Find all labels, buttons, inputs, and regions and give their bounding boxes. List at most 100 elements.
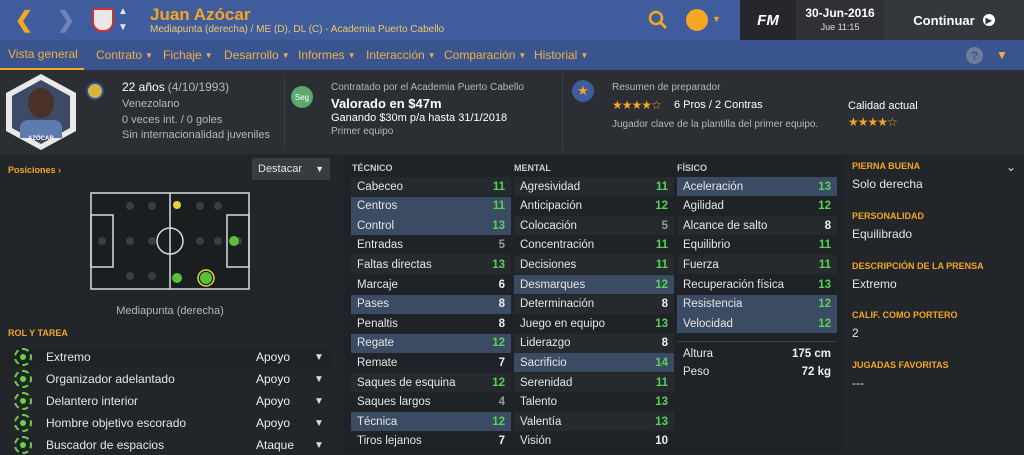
role-duty[interactable]: Apoyo: [256, 372, 290, 386]
help-icon[interactable]: ?: [966, 47, 983, 64]
attribute-row[interactable]: Saques de esquina 12: [351, 373, 511, 392]
attribute-row[interactable]: Fuerza 11: [677, 255, 837, 275]
attribute-value: 13: [818, 180, 831, 193]
attribute-name: Serenidad: [520, 376, 573, 389]
attribute-row[interactable]: Anticipación 12: [514, 197, 674, 216]
attribute-value: 11: [818, 239, 831, 252]
attribute-row[interactable]: Regate 12: [351, 333, 511, 353]
current-date: 30-Jun-2016: [805, 6, 875, 20]
attribute-row[interactable]: Remate 7: [351, 353, 511, 372]
attribute-value: 10: [655, 435, 668, 448]
back-arrow-icon[interactable]: ❮: [10, 6, 38, 34]
role-duty[interactable]: Ataque: [256, 438, 294, 452]
chevron-down-icon[interactable]: ▼: [314, 418, 324, 429]
preferred-moves: JUGADAS FAVORITAS ---: [852, 360, 949, 390]
attribute-row[interactable]: Colocación 5: [514, 216, 674, 236]
attribute-row[interactable]: Pases 8: [351, 294, 511, 314]
attribute-name: Velocidad: [683, 317, 733, 330]
attribute-row[interactable]: Decisiones 11: [514, 255, 674, 275]
attribute-name: Fuerza: [683, 258, 719, 271]
role-row[interactable]: Delantero interior Apoyo ▼: [8, 391, 332, 411]
attribute-name: Faltas directas: [357, 258, 432, 271]
nation-flag-icon[interactable]: [86, 82, 104, 100]
globe-icon[interactable]: [686, 9, 708, 31]
forward-arrow-icon[interactable]: ❯: [52, 6, 80, 34]
role-row[interactable]: Organizador adelantado Apoyo ▼: [8, 369, 332, 389]
attribute-row[interactable]: Entradas 5: [351, 236, 511, 255]
attribute-row[interactable]: Tiros lejanos 7: [351, 432, 511, 451]
attribute-value: 12: [492, 337, 505, 350]
role-duty[interactable]: Apoyo: [256, 350, 290, 364]
physical-title: FÍSICO: [677, 163, 708, 173]
chevron-down-icon[interactable]: ▼: [314, 440, 324, 451]
role-duty[interactable]: Apoyo: [256, 416, 290, 430]
attribute-row[interactable]: Agresividad 11: [514, 177, 674, 196]
attribute-value: 8: [498, 298, 505, 311]
attribute-value: 12: [818, 200, 831, 213]
tab-contrato[interactable]: Contrato ▼: [96, 40, 153, 70]
attribute-row[interactable]: Visión 10: [514, 432, 674, 451]
role-name: Delantero interior: [46, 394, 139, 408]
attribute-row[interactable]: Concentración 11: [514, 236, 674, 255]
positions-title[interactable]: Posiciones ›: [8, 165, 61, 175]
role-row[interactable]: Hombre objetivo escorado Apoyo ▼: [8, 413, 332, 433]
fm-logo[interactable]: FM: [740, 0, 796, 40]
chevron-down-icon[interactable]: ▼: [314, 374, 324, 385]
attribute-row[interactable]: Faltas directas 13: [351, 255, 511, 275]
tab-historial[interactable]: Historial ▼: [534, 40, 588, 70]
tab-informes[interactable]: Informes ▼: [298, 40, 356, 70]
chevron-down-icon[interactable]: ▼: [118, 22, 128, 33]
attribute-value: 6: [498, 278, 505, 291]
attribute-row[interactable]: Determinación 8: [514, 294, 674, 314]
attribute-row[interactable]: Agilidad 12: [677, 197, 837, 216]
attribute-row[interactable]: Saques largos 4: [351, 393, 511, 412]
attribute-row[interactable]: Recuperación física 13: [677, 275, 837, 294]
attribute-value: 12: [492, 415, 505, 428]
tab-comparacion[interactable]: Comparación ▼: [444, 40, 526, 70]
chevron-up-icon[interactable]: ▲: [118, 6, 128, 17]
attribute-value: 14: [655, 356, 668, 369]
search-icon[interactable]: [648, 10, 668, 30]
tab-interaccion[interactable]: Interacción ▼: [366, 40, 436, 70]
role-row[interactable]: Buscador de espacios Ataque ▼: [8, 435, 332, 455]
attribute-row[interactable]: Marcaje 6: [351, 275, 511, 294]
globe-chevron-down-icon[interactable]: ▼: [712, 14, 721, 24]
role-duty[interactable]: Apoyo: [256, 394, 290, 408]
tab-desarrollo[interactable]: Desarrollo ▼: [224, 40, 290, 70]
attribute-row[interactable]: Control 13: [351, 216, 511, 236]
attribute-value: 7: [498, 356, 505, 369]
attribute-row[interactable]: Serenidad 11: [514, 373, 674, 392]
collapse-chevron-icon[interactable]: ⌄: [1006, 160, 1016, 174]
attribute-name: Visión: [520, 435, 552, 448]
attribute-name: Tiros lejanos: [357, 435, 422, 448]
attribute-row[interactable]: Centros 11: [351, 196, 511, 216]
tab-fichaje[interactable]: Fichaje ▼: [163, 40, 213, 70]
coach-stars: ★★★★☆: [612, 98, 662, 112]
player-face: [28, 88, 54, 118]
continue-button[interactable]: Continuar ▶: [884, 0, 1024, 40]
club-crest-icon[interactable]: [92, 8, 114, 32]
attribute-row[interactable]: Equilibrio 11: [677, 236, 837, 255]
attribute-row[interactable]: Técnica 12: [351, 412, 511, 432]
attribute-row[interactable]: Aceleración 13: [677, 177, 837, 196]
role-row[interactable]: Extremo Apoyo ▼: [8, 347, 332, 367]
attribute-row[interactable]: Velocidad 12: [677, 314, 837, 334]
highlight-dropdown[interactable]: Destacar ▼: [252, 158, 330, 180]
tab-vista-general[interactable]: Vista general: [0, 40, 84, 70]
attribute-row[interactable]: Penaltis 8: [351, 314, 511, 333]
attribute-row[interactable]: Desmarques 12: [514, 275, 674, 294]
attribute-row[interactable]: Valentía 13: [514, 412, 674, 432]
date-display[interactable]: 30-Jun-2016 Jue 11:15: [796, 0, 884, 40]
attribute-row[interactable]: Cabeceo 11: [351, 177, 511, 196]
attribute-row[interactable]: Resistencia 12: [677, 294, 837, 314]
help-chevron-down-icon[interactable]: ▼: [996, 48, 1008, 62]
chevron-down-icon[interactable]: ▼: [314, 396, 324, 407]
attribute-row[interactable]: Juego en equipo 13: [514, 314, 674, 333]
attribute-value: 8: [661, 298, 668, 311]
attribute-row[interactable]: Liderazgo 8: [514, 333, 674, 353]
attribute-row[interactable]: Talento 13: [514, 393, 674, 412]
chevron-down-icon[interactable]: ▼: [314, 352, 324, 363]
press-description-value: Extremo: [852, 277, 897, 291]
attribute-row[interactable]: Alcance de salto 8: [677, 216, 837, 236]
attribute-row[interactable]: Sacrificio 14: [514, 353, 674, 373]
